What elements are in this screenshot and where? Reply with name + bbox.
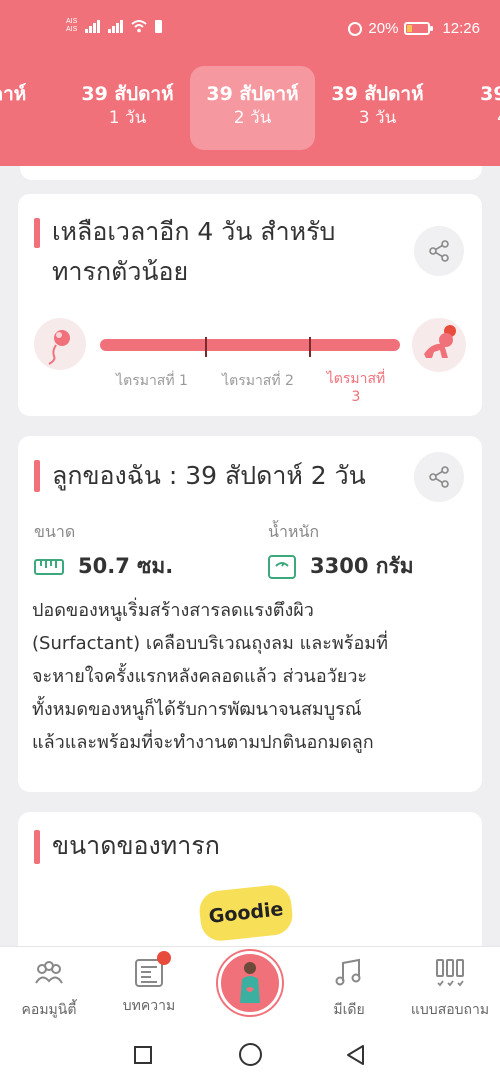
title-accent-bar xyxy=(34,460,40,492)
share-icon xyxy=(429,240,449,262)
battery-icon xyxy=(404,22,434,35)
share-button[interactable] xyxy=(414,226,464,276)
battery-percent: 20% xyxy=(368,20,399,37)
nav-articles-label: บทความ xyxy=(122,998,176,1014)
trimester-progress-bar xyxy=(100,339,400,351)
weight-label: น้ำหนัก xyxy=(268,522,320,541)
carrier-1: AIS xyxy=(66,18,78,25)
tab-day-label: 4 xyxy=(440,106,500,130)
baby-description: ปอดของหนูเริ่มสร้างสารลดแรงตึงผิว (Surfa… xyxy=(32,594,476,759)
ruler-icon xyxy=(34,558,64,575)
share-button[interactable] xyxy=(414,452,464,502)
size-label: ขนาด xyxy=(34,522,76,541)
tab-week-3[interactable]: 39 สัปดาห์ 3 วัน xyxy=(315,66,440,150)
tab-day-label: 1 วัน xyxy=(108,108,147,128)
nav-quiz-label: แบบสอบถาม xyxy=(410,1002,490,1018)
countdown-card: เหลือเวลาอีก 4 วัน สำหรับ ทารกตัวน้อย ไต… xyxy=(18,194,482,416)
size-card-title: ขนาดของทารก xyxy=(34,826,220,866)
survey-icon xyxy=(436,959,464,987)
share-icon xyxy=(429,466,449,488)
home-button[interactable] xyxy=(239,1043,262,1066)
pregnant-woman-icon xyxy=(240,962,260,1003)
music-icon xyxy=(335,958,361,986)
tab-week-label: 39 สัปดาห์ xyxy=(206,83,299,105)
trimester-3-number: 3 xyxy=(351,389,361,405)
alarm-icon xyxy=(348,21,363,36)
tab-week-0[interactable]: ปดาห์ xyxy=(0,66,65,150)
bottom-nav: คอมมูนิตี้ บทความ มีเดีย แบบสอบถาม xyxy=(0,946,500,1026)
tab-week-2-active[interactable]: 39 สัปดาห์ 2 วัน xyxy=(190,66,315,150)
clock: 12:26 xyxy=(442,20,480,37)
tab-week-label: 39 สัปดาห์ xyxy=(331,83,424,105)
title-accent-bar xyxy=(34,830,40,864)
nav-community[interactable]: คอมมูนิตี้ xyxy=(4,957,94,1021)
baby-info-card: ลูกของฉัน : 39 สัปดาห์ 2 วัน ขนาด 50.7 ซ… xyxy=(18,436,482,792)
sperm-icon xyxy=(34,318,86,370)
article-icon xyxy=(133,951,171,989)
weight-value-row: 3300 กรัม xyxy=(268,550,414,583)
tab-week-1[interactable]: 39 สัปดาห์ 1 วัน xyxy=(65,66,190,150)
trimester-divider xyxy=(309,337,311,357)
tab-week-label: 39 สัปดาห์ xyxy=(81,83,174,105)
baby-crawling-icon xyxy=(412,318,466,372)
carrier-2: AIS xyxy=(66,26,78,33)
nav-community-label: คอมมูนิตี้ xyxy=(21,1002,77,1018)
size-card-title-text: ขนาดของทารก xyxy=(52,831,220,860)
size-value: 50.7 ซม. xyxy=(78,554,174,578)
week-tabs: ปดาห์ 39 สัปดาห์ 1 วัน 39 สัปดาห์ 2 วัน 39… xyxy=(0,66,500,150)
baby-title: ลูกของฉัน : 39 สัปดาห์ 2 วัน xyxy=(34,456,366,496)
title-accent-bar xyxy=(34,218,40,248)
description-line: ทั้งหมดของหนูก็ได้รับการพัฒนาจนสมบูรณ์ xyxy=(32,699,362,720)
countdown-title-line1: เหลือเวลาอีก 4 วัน สำหรับ xyxy=(52,217,336,246)
community-icon xyxy=(35,961,63,984)
tab-week-label: ปดาห์ xyxy=(0,83,27,105)
description-line: (Surfactant) เคลือบบริเวณถุงลม และพร้อมท… xyxy=(32,633,389,654)
scale-icon xyxy=(268,554,296,579)
trimester-3-text: ไตรมาสที่ xyxy=(326,371,386,387)
system-nav-bar xyxy=(0,1026,500,1083)
trimester-2-label: ไตรมาสที่ 2 xyxy=(222,373,294,389)
carrier-labels: AIS AIS xyxy=(66,18,77,34)
previous-card-edge xyxy=(20,166,482,180)
signal-icon xyxy=(108,19,124,33)
back-button[interactable] xyxy=(345,1044,365,1066)
size-value-row: 50.7 ซม. xyxy=(34,550,173,583)
weight-value: 3300 กรัม xyxy=(310,554,414,578)
header: AIS AIS 20% 12:26 ปดาห์ 39 สัปดาห์ 1 วัน … xyxy=(0,0,500,166)
trimester-divider xyxy=(205,337,207,357)
nav-media[interactable]: มีเดีย xyxy=(304,957,394,1021)
countdown-title: เหลือเวลาอีก 4 วัน สำหรับ ทารกตัวน้อย xyxy=(34,212,335,292)
description-line: แล้วและพร้อมที่จะทำงานตามปกตินอกมดลูก xyxy=(32,732,374,753)
notification-dot xyxy=(157,951,171,965)
recent-apps-button[interactable] xyxy=(134,1046,152,1064)
trimester-1-label: ไตรมาสที่ 1 xyxy=(116,373,188,389)
nav-articles[interactable]: บทความ xyxy=(104,951,194,1017)
status-bar: AIS AIS 20% 12:26 xyxy=(0,16,500,46)
countdown-title-line2: ทารกตัวน้อย xyxy=(52,257,189,286)
trimester-3-label: ไตรมาสที่ 3 xyxy=(316,370,396,406)
nav-media-label: มีเดีย xyxy=(333,1002,365,1018)
pregnancy-home-button[interactable] xyxy=(218,951,282,1015)
description-line: ปอดของหนูเริ่มสร้างสารลดแรงตึงผิว xyxy=(32,600,314,621)
wifi-icon xyxy=(131,20,147,33)
tab-day-label: 2 วัน xyxy=(233,108,272,128)
baby-size-card: ขนาดของทารก Goodie xyxy=(18,812,482,962)
goodie-badge: Goodie xyxy=(197,883,295,943)
tab-week-4[interactable]: 39 สั4 xyxy=(440,66,500,150)
tab-week-label: 39 สั xyxy=(480,83,500,105)
signal-icon xyxy=(85,19,101,33)
tab-day-label: 3 วัน xyxy=(358,108,397,128)
description-line: จะหายใจครั้งแรกหลังคลอดแล้ว ส่วนอวัยวะ xyxy=(32,666,368,687)
nav-quiz[interactable]: แบบสอบถาม xyxy=(402,957,498,1021)
battery-saver-icon xyxy=(155,19,163,33)
baby-title-text: ลูกของฉัน : 39 สัปดาห์ 2 วัน xyxy=(52,461,366,490)
